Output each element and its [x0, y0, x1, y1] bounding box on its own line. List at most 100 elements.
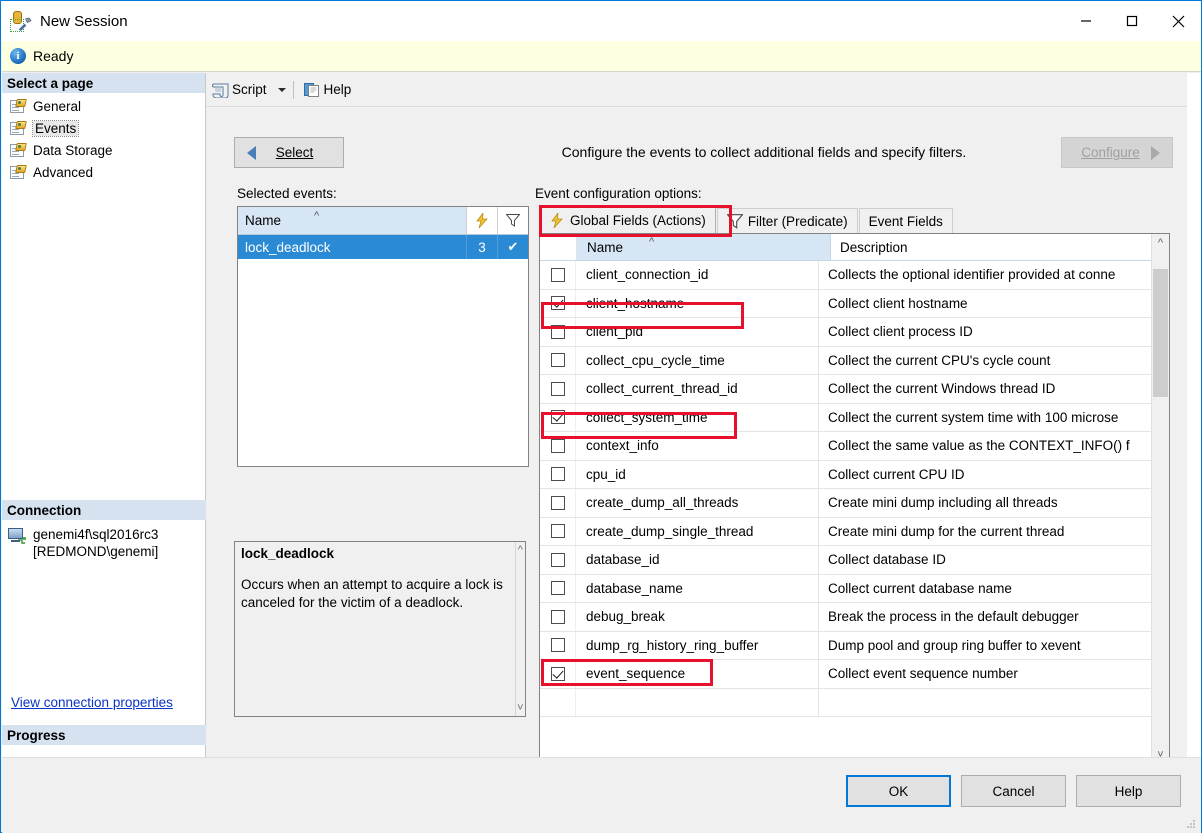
grid-header-description[interactable]: Description [831, 234, 1151, 260]
select-button-label: Select [275, 145, 314, 160]
ok-button[interactable]: OK [846, 775, 951, 807]
table-row[interactable]: client_hostname Collect client hostname [540, 289, 1151, 318]
tab-global-fields-actions[interactable]: Global Fields (Actions) [539, 206, 716, 234]
select-button[interactable]: Select [234, 137, 344, 168]
grid-vertical-scrollbar[interactable]: ^ ˅ [1151, 234, 1169, 763]
global-fields-grid[interactable]: Name ^ Description client_connection_id … [539, 233, 1170, 783]
close-button[interactable] [1155, 2, 1201, 41]
row-checkbox-cell[interactable] [540, 660, 576, 688]
row-checkbox[interactable] [550, 666, 565, 681]
row-checkbox-cell[interactable] [540, 289, 576, 317]
row-checkbox-cell[interactable] [540, 688, 576, 716]
table-row[interactable]: lock_deadlock 3 ✔ [238, 235, 528, 259]
table-row[interactable]: create_dump_all_threads Create mini dump… [540, 489, 1151, 518]
connection-user: [REDMOND\genemi] [33, 544, 159, 559]
table-row[interactable]: collect_current_thread_id Collect the cu… [540, 375, 1151, 404]
field-description: Create mini dump including all threads [828, 495, 1058, 511]
selected-events-list[interactable]: Name ^ lock_deadlock 3 ✔ [237, 206, 529, 467]
description-title: lock_deadlock [241, 546, 335, 561]
table-row[interactable]: client_pid Collect client process ID [540, 318, 1151, 347]
field-name: debug_break [576, 603, 819, 631]
row-checkbox-cell[interactable] [540, 432, 576, 460]
grid-header-description-label: Description [840, 239, 908, 255]
scroll-down-button[interactable]: ˅ [517, 702, 523, 714]
row-checkbox[interactable] [550, 267, 565, 282]
sidebar-item-data-storage[interactable]: Data Storage [2, 139, 205, 161]
tab-label: Event Fields [868, 214, 943, 229]
row-checkbox[interactable] [550, 381, 565, 396]
row-checkbox[interactable] [550, 609, 565, 624]
field-description: Collect event sequence number [828, 666, 1018, 682]
sidebar-item-advanced[interactable]: Advanced [2, 161, 205, 183]
tab-filter-predicate[interactable]: Filter (Predicate) [716, 208, 858, 234]
sidebar-item-events[interactable]: Events [2, 117, 205, 139]
view-connection-properties-link[interactable]: View connection properties [11, 695, 173, 710]
field-name: client_connection_id [576, 261, 819, 289]
table-row[interactable]: context_info Collect the same value as t… [540, 432, 1151, 461]
row-checkbox[interactable] [550, 410, 565, 425]
table-row[interactable]: create_dump_single_thread Create mini du… [540, 517, 1151, 546]
table-row[interactable]: database_id Collect database ID [540, 546, 1151, 575]
actions-column-icon[interactable] [466, 207, 497, 234]
table-row[interactable]: client_connection_id Collects the option… [540, 261, 1151, 290]
scroll-track[interactable] [1152, 251, 1169, 746]
table-row[interactable]: cpu_id Collect current CPU ID [540, 460, 1151, 489]
table-row[interactable] [540, 688, 1151, 717]
row-checkbox-cell[interactable] [540, 318, 576, 346]
row-checkbox-cell[interactable] [540, 489, 576, 517]
table-row[interactable]: event_sequence Collect event sequence nu… [540, 660, 1151, 689]
scroll-up-button[interactable]: ^ [518, 544, 523, 556]
sidebar-item-general[interactable]: General [2, 95, 205, 117]
table-row[interactable]: dump_rg_history_ring_buffer Dump pool an… [540, 631, 1151, 660]
minimize-button[interactable] [1063, 2, 1109, 41]
table-row[interactable]: collect_system_time Collect the current … [540, 403, 1151, 432]
description-scrollbar[interactable]: ^ ˅ [514, 542, 525, 716]
grid-header-name[interactable]: Name ^ [577, 234, 831, 260]
instruction-text: Configure the events to collect addition… [561, 144, 967, 160]
table-row[interactable]: collect_cpu_cycle_time Collect the curre… [540, 346, 1151, 375]
field-name: create_dump_all_threads [576, 489, 819, 517]
row-checkbox[interactable] [550, 353, 565, 368]
row-checkbox[interactable] [550, 638, 565, 653]
row-checkbox-cell[interactable] [540, 546, 576, 574]
field-name: context_info [576, 432, 819, 460]
help-icon [303, 82, 319, 97]
row-checkbox[interactable] [550, 552, 565, 567]
table-row[interactable]: debug_break Break the process in the def… [540, 603, 1151, 632]
configure-button[interactable]: Configure [1061, 137, 1173, 168]
filter-column-icon[interactable] [497, 207, 528, 234]
row-checkbox[interactable] [550, 296, 565, 311]
resize-grip-icon[interactable] [1186, 819, 1196, 829]
row-checkbox-cell[interactable] [540, 346, 576, 374]
row-checkbox-cell[interactable] [540, 261, 576, 289]
field-name: create_dump_single_thread [576, 517, 819, 545]
tab-event-fields[interactable]: Event Fields [858, 208, 953, 234]
row-checkbox[interactable] [550, 581, 565, 596]
row-checkbox-cell[interactable] [540, 603, 576, 631]
row-checkbox[interactable] [550, 495, 565, 510]
content-pane-scrollbar[interactable] [1187, 73, 1201, 757]
cancel-button[interactable]: Cancel [961, 775, 1066, 807]
column-header-name[interactable]: Name ^ [238, 207, 466, 234]
row-checkbox-cell[interactable] [540, 517, 576, 545]
maximize-button[interactable] [1109, 2, 1155, 41]
row-checkbox-cell[interactable] [540, 574, 576, 602]
row-checkbox[interactable] [550, 524, 565, 539]
row-checkbox-cell[interactable] [540, 460, 576, 488]
field-description: Collect database ID [828, 552, 946, 568]
help-dialog-button[interactable]: Help [1076, 775, 1181, 807]
row-checkbox[interactable] [550, 324, 565, 339]
script-button[interactable]: Script [206, 77, 272, 102]
row-checkbox-cell[interactable] [540, 631, 576, 659]
row-checkbox[interactable] [550, 467, 565, 482]
scroll-up-button[interactable]: ^ [1152, 234, 1169, 251]
help-button[interactable]: Help [299, 77, 357, 102]
row-checkbox-cell[interactable] [540, 403, 576, 431]
row-checkbox-cell[interactable] [540, 375, 576, 403]
window-title: New Session [40, 12, 128, 30]
table-row[interactable]: database_name Collect current database n… [540, 574, 1151, 603]
event-configuration-options-label: Event configuration options: [535, 186, 702, 201]
row-checkbox[interactable] [550, 438, 565, 453]
chevron-down-icon[interactable] [277, 87, 286, 92]
scroll-thumb[interactable] [1153, 269, 1168, 397]
